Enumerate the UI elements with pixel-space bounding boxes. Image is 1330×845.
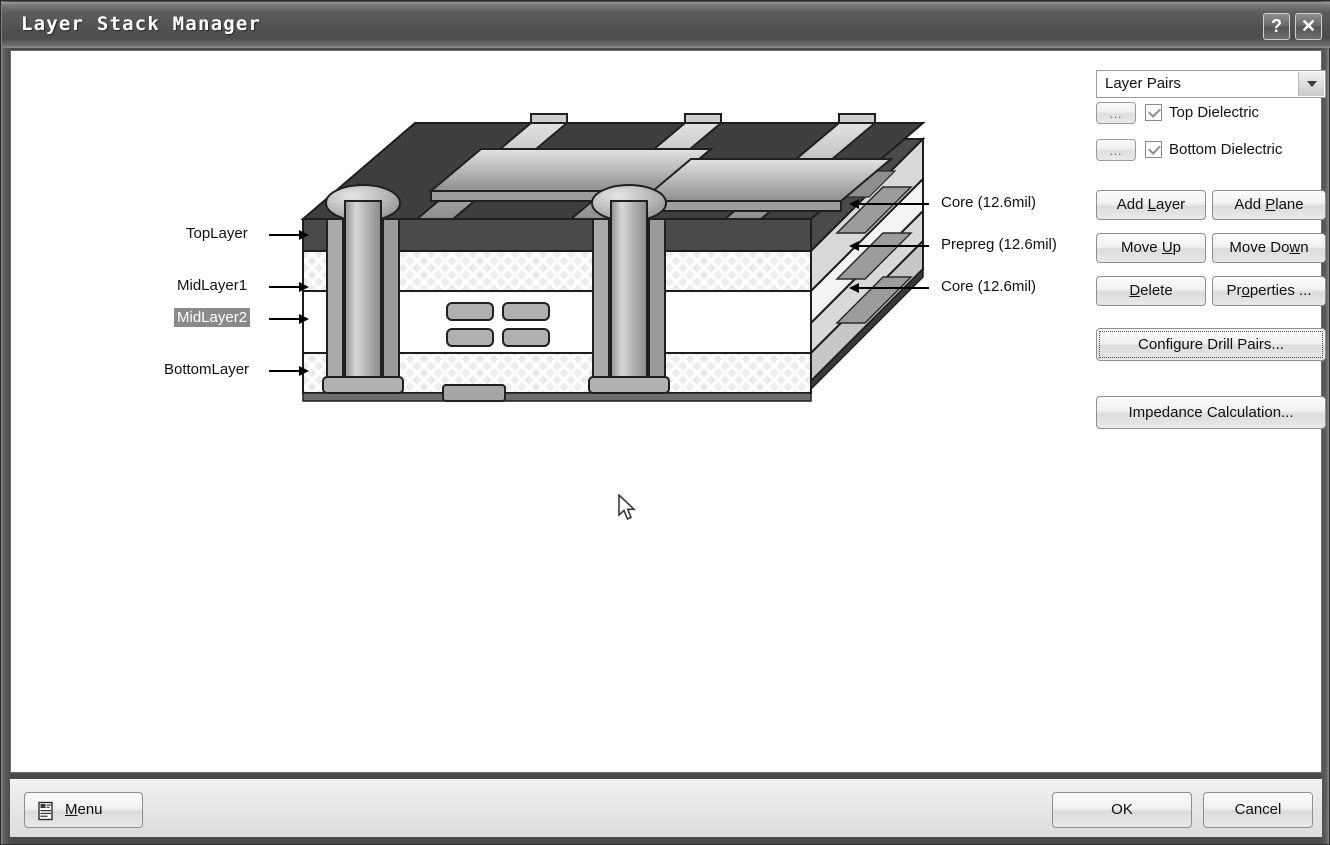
bottom-dielectric-browse-button[interactable]: ... bbox=[1096, 139, 1136, 161]
layer-pairs-value: Layer Pairs bbox=[1105, 75, 1181, 92]
move-up-label: Move Up bbox=[1120, 239, 1182, 256]
help-icon[interactable]: ? bbox=[1263, 13, 1290, 40]
title-bar: Layer Stack Manager ? ✕ bbox=[2, 2, 1330, 48]
move-down-button[interactable]: Move Down bbox=[1212, 233, 1326, 263]
close-icon[interactable]: ✕ bbox=[1295, 13, 1322, 40]
add-layer-label: Add Layer bbox=[1116, 196, 1186, 213]
pcb-stack-graphic bbox=[269, 113, 929, 402]
top-dielectric-browse-button[interactable]: ... bbox=[1096, 102, 1136, 124]
material-label-core-top: Core (12.6mil) bbox=[941, 194, 1037, 211]
menu-label: Menu bbox=[65, 801, 103, 818]
client-area: TopLayer MidLayer1 MidLayer2 BottomLayer… bbox=[10, 50, 1326, 773]
cancel-label: Cancel bbox=[1234, 801, 1282, 818]
cancel-button[interactable]: Cancel bbox=[1203, 792, 1313, 828]
delete-label: Delete bbox=[1129, 282, 1173, 299]
layer-pairs-dropdown[interactable]: Layer Pairs bbox=[1096, 70, 1326, 98]
add-plane-label: Add Plane bbox=[1234, 196, 1304, 213]
check-icon-bottom-dielectric[interactable] bbox=[1145, 141, 1162, 158]
impedance-calculation-label: Impedance Calculation... bbox=[1128, 404, 1294, 421]
bottom-bar: Menu OK Cancel bbox=[10, 779, 1322, 837]
properties-button[interactable]: Properties ... bbox=[1212, 276, 1326, 306]
move-up-button[interactable]: Move Up bbox=[1096, 233, 1206, 263]
material-label-prepreg: Prepreg (12.6mil) bbox=[941, 236, 1057, 253]
mouse-cursor bbox=[618, 494, 636, 521]
material-label-core-bottom: Core (12.6mil) bbox=[941, 278, 1037, 295]
impedance-calculation-button[interactable]: Impedance Calculation... bbox=[1096, 396, 1326, 429]
configure-drill-pairs-button[interactable]: Configure Drill Pairs... bbox=[1096, 328, 1326, 361]
top-dielectric-label: Top Dielectric bbox=[1169, 104, 1260, 121]
ok-button[interactable]: OK bbox=[1052, 792, 1192, 828]
menu-list-icon bbox=[38, 801, 53, 821]
layer-label-bottomlayer[interactable]: BottomLayer bbox=[164, 361, 249, 378]
bottom-dielectric-label: Bottom Dielectric bbox=[1169, 141, 1283, 158]
add-plane-button[interactable]: Add Plane bbox=[1212, 190, 1326, 220]
add-layer-button[interactable]: Add Layer bbox=[1096, 190, 1206, 220]
layer-label-toplayer[interactable]: TopLayer bbox=[186, 225, 248, 242]
check-icon-top-dielectric[interactable] bbox=[1145, 104, 1162, 121]
layer-stack-diagram[interactable]: TopLayer MidLayer1 MidLayer2 BottomLayer… bbox=[11, 51, 1076, 772]
left-callout-arrows bbox=[269, 234, 299, 372]
chevron-down-icon[interactable] bbox=[1298, 72, 1324, 96]
properties-label: Properties ... bbox=[1226, 282, 1312, 299]
window-title: Layer Stack Manager bbox=[21, 13, 262, 35]
layer-stack-manager-window: Layer Stack Manager ? ✕ TopLayer MidLaye… bbox=[0, 0, 1330, 845]
layer-label-midlayer1[interactable]: MidLayer1 bbox=[177, 277, 247, 294]
move-down-label: Move Down bbox=[1229, 239, 1309, 256]
control-panel: Layer Pairs ... Top Dielectric ... Botto… bbox=[1079, 51, 1326, 772]
delete-button[interactable]: Delete bbox=[1096, 276, 1206, 306]
menu-button[interactable]: Menu bbox=[24, 792, 143, 828]
configure-drill-pairs-label: Configure Drill Pairs... bbox=[1138, 336, 1284, 353]
ok-label: OK bbox=[1111, 801, 1133, 818]
layer-label-midlayer2[interactable]: MidLayer2 bbox=[174, 308, 251, 327]
